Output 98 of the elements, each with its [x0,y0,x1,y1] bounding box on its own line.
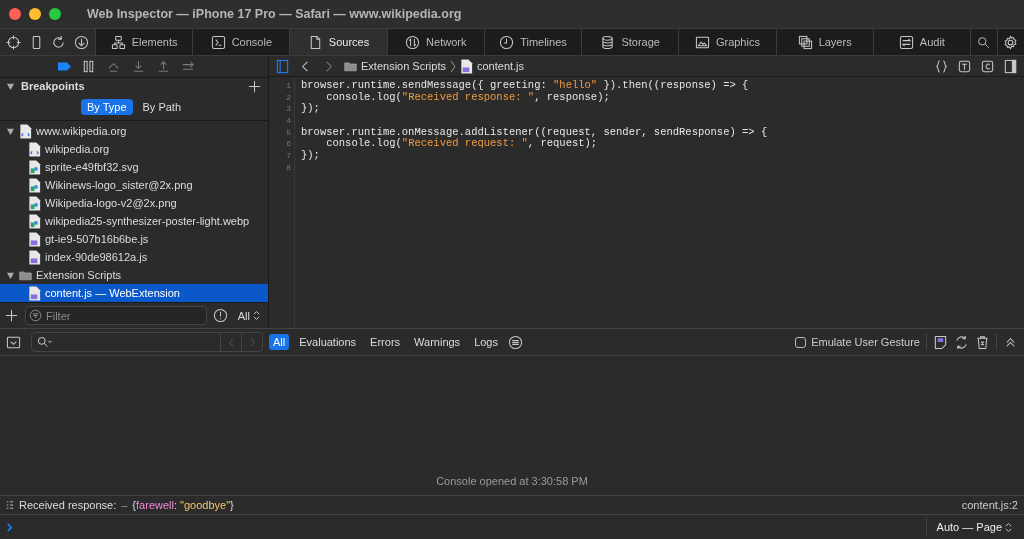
filter-tab[interactable]: Warnings [410,334,465,350]
line-number: 2 [285,91,292,104]
tree-item[interactable]: Extension Scripts [0,266,268,284]
braces-icon[interactable] [934,58,949,74]
tree-item[interactable]: www.wikipedia.org [0,122,268,140]
reload-icon[interactable] [51,34,67,50]
list-filter-icon[interactable] [508,334,523,350]
warning-filter-icon[interactable] [212,308,228,323]
log-icon [6,500,14,510]
image-file-icon [28,177,41,193]
scope-toggle[interactable]: By Type [80,99,133,115]
tree-item[interactable]: index-90de98612a.js [0,248,268,266]
settings-icon[interactable] [1003,34,1019,50]
crosshair-icon[interactable] [5,34,21,50]
breadcrumb[interactable]: content.js [460,58,525,74]
type-profiler-icon[interactable] [957,58,972,74]
script-file-icon [28,249,41,265]
details-sidebar-icon[interactable] [1003,58,1018,74]
script-file-icon [28,285,41,301]
arrows-circle-icon [405,34,421,50]
console-search-field[interactable] [31,332,263,352]
tree-item[interactable]: wikipedia.org [0,140,268,158]
code-line: console.log("Received response: ", response); [325,90,610,103]
code-line: console.log("Received request: ", request); [325,137,598,150]
database-icon [600,34,616,50]
pause-icon[interactable] [81,59,96,74]
breakpoint-toggle-icon[interactable] [58,62,71,71]
line-number: 6 [285,138,292,151]
collapse-console-icon[interactable] [6,334,21,350]
search-icon[interactable] [977,35,991,49]
script-file-icon [28,231,41,247]
filter-tab[interactable]: Logs [470,334,502,350]
code-line: }); [301,102,320,115]
tree-item[interactable]: Wikinews-logo_sister@2x.png [0,176,268,194]
console-notice: Console opened at 3:30:58 PM [436,475,588,487]
tab[interactable]: Sources [289,29,387,55]
line-number: 3 [285,103,292,116]
disclosure-triangle-icon[interactable] [6,126,15,136]
disclosure-triangle-icon[interactable] [6,270,15,280]
updown-chevron-icon [1005,521,1012,533]
coverage-icon[interactable] [980,58,995,74]
tree-item[interactable]: content.js — WebExtension [0,284,268,302]
prompt-chevron-icon [6,521,13,533]
scope-select[interactable]: All [233,309,264,322]
scope-toggle[interactable]: By Path [136,99,188,115]
step-into-icon[interactable] [131,59,146,74]
chevron-icon [450,59,456,73]
code-file-icon [19,123,32,139]
clock-icon [499,34,515,50]
close-button[interactable] [9,8,21,20]
emulate-gesture-checkbox[interactable]: Emulate User Gesture [795,336,920,348]
line-number: 7 [285,150,292,162]
script-snippet-icon[interactable] [933,334,948,350]
terminal-icon [210,34,226,50]
download-icon[interactable] [74,34,90,50]
context-select[interactable]: Auto — Page [930,520,1018,534]
minimize-button[interactable] [29,8,41,20]
filter-icon [29,309,42,322]
image-file-icon [28,159,41,175]
code-line: browser.runtime.onMessage.addListener((request, sender, sendResponse) => { [301,125,768,138]
line-number: 8 [285,161,292,174]
tree-item[interactable]: gt-ie9-507b16b6be.js [0,230,268,248]
line-number: 4 [285,115,292,127]
sidebar-toggle-icon[interactable] [275,58,290,74]
tree-item[interactable]: wikipedia25-synthesizer-poster-light.webp [0,212,268,230]
source-link[interactable]: content.js:2 [961,499,1018,511]
step-out-icon[interactable] [156,59,171,74]
image-file-icon [28,213,41,229]
add-icon[interactable] [247,78,262,94]
breadcrumb[interactable]: Extension Scripts [344,58,446,74]
section-title: Breakpoints [21,80,85,92]
filter-tab[interactable]: Errors [366,334,405,350]
code-file-icon [28,141,41,157]
tree-item[interactable]: sprite-e49fbf32.svg [0,158,268,176]
window-title: Web Inspector — iPhone 17 Pro — Safari — www.wikipedia.org [87,7,462,21]
search-icon[interactable] [36,335,54,349]
updown-chevron-icon [253,310,260,321]
log-object[interactable]: {farewell: "goodbye"} [132,499,234,511]
zoom-button[interactable] [49,8,61,20]
trash-icon[interactable] [975,334,990,350]
image-icon [694,34,710,50]
tree-item[interactable]: Wikipedia-logo-v2@2x.png [0,194,268,212]
log-dash: – [121,499,128,511]
add-icon[interactable] [4,308,19,323]
refresh-icon[interactable] [954,334,969,350]
line-number: 5 [285,126,292,139]
filter-field[interactable]: Filter [25,306,207,325]
script-file-icon [460,58,473,74]
swap-icon [898,34,914,50]
code-line: }); [301,149,320,162]
image-file-icon [28,195,41,211]
filter-tab[interactable]: Evaluations [295,334,361,350]
hierarchy-icon [110,34,126,50]
stacked-squares-icon [797,34,813,50]
disclosure-triangle-icon[interactable] [6,81,15,91]
code-line: browser.runtime.sendMessage({ greeting: "hello" }).then((response) => { [301,79,749,91]
log-message: Received response: [19,499,117,511]
filter-tab[interactable]: All [269,334,290,350]
